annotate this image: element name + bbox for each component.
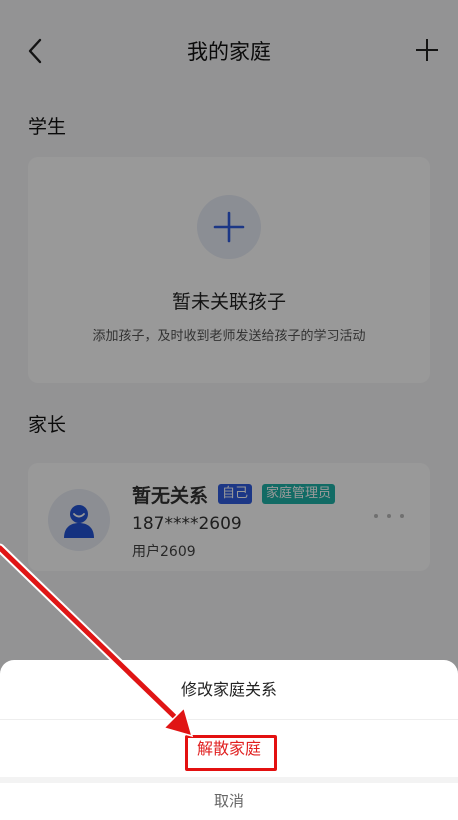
action-sheet: 修改家庭关系 解散家庭 取消	[0, 660, 458, 820]
modify-family-relation-button[interactable]: 修改家庭关系	[0, 660, 458, 720]
cancel-button[interactable]: 取消	[0, 783, 458, 820]
dissolve-family-button[interactable]: 解散家庭	[0, 720, 458, 777]
